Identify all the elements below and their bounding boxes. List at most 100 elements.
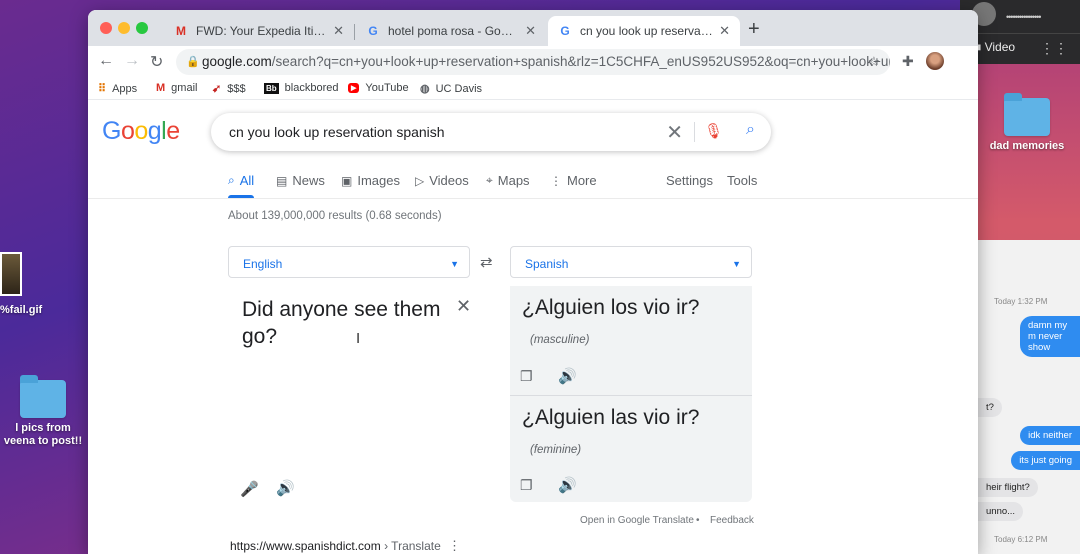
open-in-translate-link[interactable]: Open in Google Translate: [580, 515, 694, 526]
bookmark-youtube[interactable]: ▶ YouTube: [348, 82, 409, 94]
bookmark-star-icon[interactable]: ☆: [868, 49, 880, 75]
desktop-file-fail-gif[interactable]: %fail.gif: [0, 252, 44, 317]
tab-images[interactable]: ▣ Images: [341, 173, 400, 188]
bookmark-ucdavis[interactable]: ◍ UC Davis: [420, 82, 482, 96]
google-logo[interactable]: Google: [102, 117, 180, 146]
bookmark-money[interactable]: ➹ $$$: [212, 82, 246, 96]
minimize-window-icon[interactable]: [118, 22, 130, 34]
tab-close-icon[interactable]: ✕: [525, 23, 536, 39]
tab-title: hotel poma rosa - Google Search: [388, 24, 519, 38]
lock-icon: 🔒: [186, 56, 200, 68]
speaker-icon[interactable]: 🔊: [558, 476, 577, 494]
result-stats: About 139,000,000 results (0.68 seconds): [228, 210, 442, 222]
message-bubble-outgoing: its just going: [1011, 451, 1080, 470]
close-window-icon[interactable]: [100, 22, 112, 34]
tab-label: All: [239, 173, 255, 188]
extensions-puzzle-icon[interactable]: ✚: [902, 53, 914, 70]
clear-source-icon[interactable]: ✕: [456, 296, 471, 317]
google-favicon-icon: G: [368, 24, 378, 38]
gmail-favicon-icon: M: [176, 24, 186, 38]
search-input[interactable]: cn you look up reservation spanish: [229, 124, 445, 140]
back-arrow-icon[interactable]: ←: [98, 52, 114, 70]
map-pin-icon: ⌖: [486, 173, 493, 187]
ucdavis-icon: ◍: [420, 83, 430, 95]
reload-icon[interactable]: ↻: [150, 52, 163, 72]
youtube-icon: ▶: [348, 83, 360, 93]
caret-down-icon: ▼: [450, 259, 459, 269]
source-text-panel[interactable]: Did anyone see them go? ✕ I 🎤 🔊: [228, 286, 488, 506]
tab-title: FWD: Your Expedia Itinerary for: [196, 24, 327, 38]
footer-separator: •: [696, 515, 700, 526]
bookmark-gmail[interactable]: M gmail: [156, 82, 197, 94]
video-button[interactable]: ■ Video: [974, 40, 1015, 54]
tab-more[interactable]: ⋮ More: [550, 173, 597, 188]
target-language-label: Spanish: [525, 257, 569, 271]
more-vert-icon: ⋮: [550, 173, 562, 188]
swap-languages-icon[interactable]: ⇄: [480, 253, 493, 271]
tab-divider: [354, 24, 355, 40]
search-box[interactable]: cn you look up reservation spanish ✕ 🎙 ⌕: [211, 113, 771, 151]
tab-close-icon[interactable]: ✕: [719, 23, 730, 39]
caller-name: ••••••••••••••••: [1006, 12, 1041, 22]
microphone-icon[interactable]: 🎤: [240, 480, 259, 498]
search-icon[interactable]: ⌕: [746, 121, 755, 139]
translation-result-feminine: ¿Alguien las vio ir? (feminine) ❐ 🔊: [510, 396, 752, 502]
tabs-divider: [88, 198, 978, 199]
result-more-icon[interactable]: ⋮: [448, 538, 461, 554]
tab-videos[interactable]: ▷ Videos: [415, 173, 469, 188]
bookmark-apps[interactable]: ⠿ Apps: [98, 82, 137, 96]
bookmark-label: gmail: [171, 82, 198, 94]
copy-icon[interactable]: ❐: [520, 477, 533, 494]
zoom-window-icon[interactable]: [136, 22, 148, 34]
speaker-icon[interactable]: 🔊: [276, 479, 295, 497]
tab-all[interactable]: ⌕ All: [228, 173, 255, 198]
feedback-link[interactable]: Feedback: [710, 515, 754, 526]
tab-tools[interactable]: Tools: [727, 173, 757, 188]
translation-result-masculine: ¿Alguien los vio ir? (masculine) ❐ 🔊: [510, 286, 752, 395]
tab-hotel-poma-rosa[interactable]: G hotel poma rosa - Google Search ✕: [356, 16, 546, 46]
desktop-icon-label: dad memories: [989, 140, 1065, 152]
video-call-widget[interactable]: •••••••••••••••• ■ Video ⋮⋮: [960, 0, 1080, 64]
desktop-icon-label: %fail.gif: [0, 304, 43, 316]
new-tab-icon[interactable]: +: [748, 18, 760, 41]
forward-arrow-icon[interactable]: →: [124, 52, 140, 70]
source-language-label: English: [243, 257, 283, 271]
tab-close-icon[interactable]: ✕: [333, 23, 344, 39]
text-cursor-icon: I: [356, 330, 361, 347]
tab-label: More: [567, 173, 597, 188]
profile-avatar[interactable]: [926, 52, 944, 70]
clear-search-icon[interactable]: ✕: [666, 120, 683, 145]
speaker-icon[interactable]: 🔊: [558, 367, 577, 385]
search-icon: ⌕: [228, 173, 235, 187]
bookmarks-bar: ⠿ Apps M gmail ➹ $$$ Bb blackbored ▶ You…: [88, 78, 978, 100]
folder-icon: [20, 375, 66, 418]
voice-search-mic-icon[interactable]: 🎙: [704, 122, 723, 140]
message-timestamp: Today 1:32 PM: [994, 297, 1048, 306]
copy-icon[interactable]: ❐: [520, 368, 533, 385]
bookmark-blackboard[interactable]: Bb blackbored: [264, 82, 339, 94]
source-language-select[interactable]: English ▼: [228, 246, 470, 278]
grid-icon[interactable]: ⋮⋮: [1040, 40, 1068, 57]
blackboard-icon: Bb: [264, 82, 279, 94]
result-url[interactable]: https://www.spanishdict.com › Translate: [230, 539, 441, 553]
browser-toolbar: ← → ↻ 🔒 google.com/search?q=cn+you+look+…: [88, 46, 978, 78]
source-text[interactable]: Did anyone see them go?: [242, 296, 442, 350]
search-divider: [694, 122, 695, 142]
news-icon: ▤: [276, 173, 288, 188]
desktop-folder-pics[interactable]: l pics from veena to post!!: [0, 375, 86, 448]
tab-title: cn you look up reservation spanish: [580, 24, 714, 38]
gender-label: (feminine): [530, 444, 582, 456]
message-bubble-outgoing: damn my m never show: [1020, 316, 1080, 357]
tab-current-search[interactable]: G cn you look up reservation spanish ✕: [548, 16, 740, 46]
target-language-select[interactable]: Spanish ▼: [510, 246, 752, 278]
video-button-label: Video: [984, 40, 1016, 54]
tab-settings[interactable]: Settings: [666, 173, 713, 188]
address-bar[interactable]: 🔒 google.com/search?q=cn+you+look+up+res…: [176, 49, 890, 75]
tab-label: Maps: [497, 173, 530, 188]
caret-down-icon: ▼: [732, 259, 741, 269]
tab-maps[interactable]: ⌖ Maps: [486, 173, 530, 188]
message-timestamp: Today 6:12 PM: [994, 535, 1048, 544]
tab-news[interactable]: ▤ News: [276, 173, 325, 188]
desktop-folder-dad-memories[interactable]: dad memories: [982, 93, 1072, 153]
tab-expedia[interactable]: M FWD: Your Expedia Itinerary for ✕: [164, 16, 354, 46]
